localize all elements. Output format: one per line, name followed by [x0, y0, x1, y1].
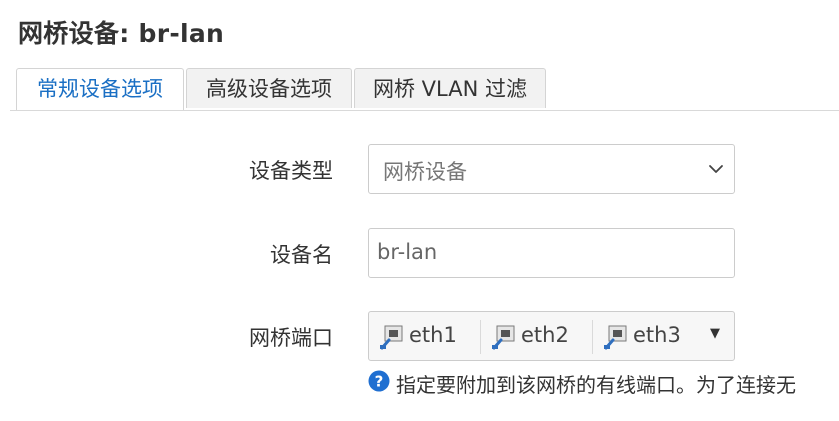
device-name-label: 设备名 [270, 243, 333, 267]
port-name: eth3 [633, 323, 681, 347]
port-name: eth1 [409, 323, 457, 347]
bridge-ports-multiselect[interactable]: eth1 eth2 eth3 ▼ [368, 311, 735, 361]
tab-bar: 常规设备选项 高级设备选项 网桥 VLAN 过滤 [10, 68, 839, 111]
device-type-select[interactable]: 网桥设备 [368, 144, 735, 194]
help-text: 指定要附加到该网桥的有线端口。为了连接无 [396, 373, 796, 397]
device-name-input[interactable]: br-lan [368, 228, 735, 278]
ethernet-port-icon [492, 325, 515, 350]
port-name: eth2 [521, 323, 569, 347]
svg-text:?: ? [375, 373, 384, 391]
port-chip-eth3: eth3 [593, 312, 703, 360]
dropdown-caret-icon[interactable]: ▼ [710, 326, 720, 341]
chevron-down-icon [709, 165, 723, 173]
ethernet-port-icon [604, 325, 627, 350]
device-type-value: 网桥设备 [383, 160, 467, 184]
question-circle-icon: ? [368, 370, 390, 392]
port-chip-eth2: eth2 [481, 312, 591, 360]
page-title: 网桥设备: br-lan [18, 19, 225, 48]
ethernet-port-icon [380, 325, 403, 350]
port-chip-eth1: eth1 [369, 312, 479, 360]
device-name-value: br-lan [377, 240, 438, 264]
bridge-ports-label: 网桥端口 [249, 326, 333, 350]
tab-bridge-vlan-filtering[interactable]: 网桥 VLAN 过滤 [354, 68, 546, 108]
tab-advanced-device-options[interactable]: 高级设备选项 [186, 68, 352, 108]
device-type-label: 设备类型 [249, 159, 333, 183]
tab-general-device-options[interactable]: 常规设备选项 [16, 68, 184, 110]
